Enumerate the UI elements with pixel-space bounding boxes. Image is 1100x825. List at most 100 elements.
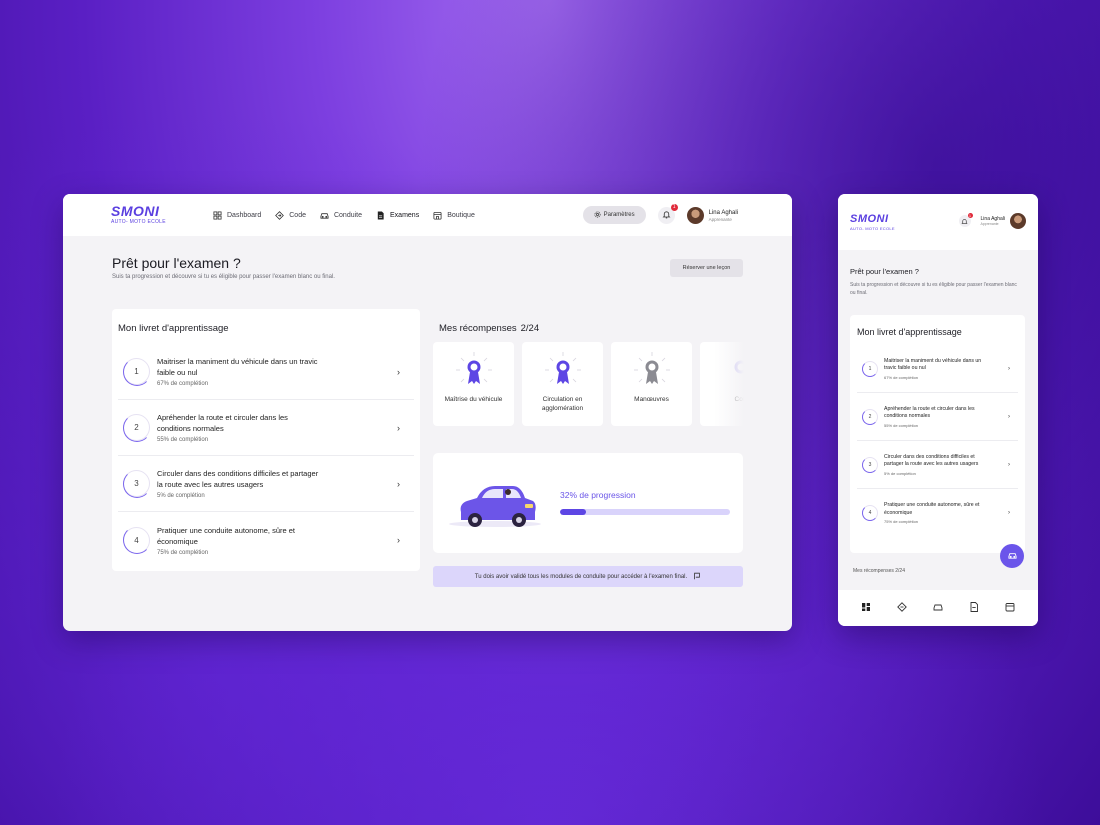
gear-icon — [594, 210, 601, 220]
page-title: Prêt pour l'examen ? — [112, 255, 241, 271]
module-item[interactable]: 4 Pratiquer une conduite autonome, sûre … — [118, 512, 414, 568]
mobile-tab-bar — [838, 590, 1038, 626]
module-completion: 55% de complétion — [157, 437, 209, 443]
rewards-carousel[interactable]: Maîtrise du véhicule Circulation en aggl… — [433, 342, 744, 430]
car-icon — [933, 599, 943, 617]
brand-name: SMONI — [850, 213, 889, 225]
module-number: 4 — [862, 505, 878, 521]
medal-icon — [544, 352, 581, 384]
dashboard-icon — [861, 599, 871, 617]
module-title: Circuler dans des conditions difficiles … — [157, 469, 319, 489]
module-completion: 5% de complétion — [157, 493, 205, 499]
brand-tagline: AUTO- MOTO ECOLE — [111, 219, 166, 225]
user-menu[interactable]: Lina Aghali Apprenante — [981, 213, 1026, 229]
notification-button[interactable]: 1 — [657, 203, 678, 224]
user-name: Lina Aghali — [708, 209, 738, 216]
nav-label-code: Code — [289, 211, 306, 219]
module-number: 1 — [122, 357, 151, 386]
chevron-right-icon: › — [397, 422, 400, 433]
progress-bar-fill — [560, 509, 586, 515]
module-completion: 67% de complétion — [157, 381, 209, 387]
module-item[interactable]: 3 Circuler dans des conditions difficile… — [857, 441, 1018, 489]
module-item[interactable]: 2 Apréhender la route et circuler dans l… — [118, 400, 414, 456]
avatar — [1010, 213, 1026, 229]
exam-warning-banner: Tu dois avoir validé tous les modules de… — [433, 566, 743, 587]
reserve-lesson-button[interactable]: Réserver une leçon — [670, 259, 743, 277]
page-subtitle: Suis ta progression et découvre si tu es… — [850, 282, 1017, 296]
reward-label: Maîtrise du véhicule — [444, 396, 503, 403]
chevron-right-icon: › — [397, 535, 400, 545]
page-subtitle: Suis ta progression et découvre si tu es… — [112, 274, 335, 280]
tab-examens[interactable] — [969, 602, 979, 613]
brand-logo[interactable]: SMONI AUTO- MOTO ECOLE — [111, 203, 206, 225]
settings-label: Paramètres — [603, 212, 635, 218]
shop-icon — [1005, 599, 1015, 617]
reward-badge[interactable]: Circulation en agglomération — [522, 342, 603, 426]
medal-icon — [633, 352, 670, 384]
mobile-header-actions: 1 Lina Aghali Apprenante — [958, 212, 1026, 230]
car-icon — [320, 211, 329, 220]
module-title: Apréhender la route et circuler dans les… — [157, 413, 288, 433]
module-completion: 67% de complétion — [884, 374, 919, 380]
chevron-right-icon: › — [1008, 461, 1010, 468]
nav-item-code[interactable]: Code — [275, 210, 320, 220]
module-completion: 55% de complétion — [884, 422, 919, 428]
brand-tagline: AUTO- MOTO ECOLE — [850, 226, 895, 231]
rewards-title: Mes récompenses 2/24 — [439, 323, 540, 334]
nav-item-dashboard[interactable]: Dashboard — [213, 210, 275, 220]
main-nav: Dashboard Code Conduite Examens Boutique — [213, 210, 489, 220]
flag-icon — [693, 572, 701, 582]
chevron-right-icon: › — [1008, 510, 1010, 516]
module-number: 4 — [122, 526, 151, 554]
car-icon — [1007, 547, 1017, 565]
nav-item-boutique[interactable]: Boutique — [433, 211, 489, 220]
module-completion: 75% de complétion — [884, 519, 919, 524]
brand-name: SMONI — [111, 203, 160, 219]
book-lesson-fab[interactable] — [1000, 544, 1024, 568]
progress-label: 32% de progression — [560, 490, 636, 500]
desktop-window: SMONI AUTO- MOTO ECOLE Dashboard Code Co… — [63, 194, 792, 631]
notification-badge: 1 — [670, 203, 678, 211]
dashboard-icon — [213, 210, 222, 220]
chevron-right-icon: › — [1008, 365, 1010, 372]
tab-dashboard[interactable] — [861, 603, 871, 613]
tab-conduite[interactable] — [933, 603, 943, 613]
tab-boutique[interactable] — [1005, 603, 1015, 613]
chevron-right-icon: › — [1008, 413, 1010, 420]
chevron-right-icon: › — [397, 478, 400, 489]
module-completion: 5% de complétion — [884, 470, 916, 476]
module-item[interactable]: 1 Maitriser la maniment du véhicule dans… — [857, 345, 1018, 393]
module-item[interactable]: 1 Maitriser la maniment du véhicule dans… — [118, 344, 414, 400]
nav-item-examens[interactable]: Examens — [376, 210, 433, 220]
nav-label-conduite: Conduite — [333, 211, 363, 219]
document-icon — [969, 599, 979, 617]
module-title: Apréhender la route et circuler dans les… — [884, 405, 975, 420]
learning-book-card: Mon livret d'apprentissage 1 Maitriser l… — [112, 309, 420, 571]
bell-icon — [961, 212, 968, 230]
module-item[interactable]: 2 Apréhender la route et circuler dans l… — [857, 393, 1018, 441]
nav-label-boutique: Boutique — [447, 211, 475, 219]
settings-button[interactable]: Paramètres — [582, 206, 646, 224]
module-title: Pratiquer une conduite autonome, sûre et… — [157, 525, 296, 546]
notification-button[interactable]: 1 — [958, 212, 973, 230]
user-role: Apprenante — [708, 216, 732, 222]
bell-icon — [662, 206, 671, 224]
code-icon — [275, 210, 285, 220]
tab-code[interactable] — [897, 602, 907, 613]
module-title: Pratiquer une conduite autonome, sûre et… — [884, 502, 980, 516]
learning-book-card: Mon livret d'apprentissage 1 Maitriser l… — [850, 315, 1025, 553]
brand-logo[interactable]: SMONI AUTO- MOTO ECOLE — [850, 213, 945, 232]
nav-label-examens: Examens — [390, 211, 420, 219]
page-header: Prêt pour l'examen ? Suis ta progression… — [112, 255, 335, 280]
reward-badge[interactable]: Maîtrise du véhicule — [433, 342, 514, 426]
nav-item-conduite[interactable]: Conduite — [320, 211, 376, 220]
user-menu[interactable]: Lina Aghali Apprenante — [686, 206, 738, 224]
reward-badge[interactable]: Manœuvres — [611, 342, 692, 426]
module-item[interactable]: 3 Circuler dans des conditions difficile… — [118, 456, 414, 512]
header-actions: Paramètres 1 Lina Aghali Apprenante — [582, 194, 738, 236]
code-icon — [897, 599, 907, 617]
module-item[interactable]: 4 Pratiquer une conduite autonome, sûre … — [857, 489, 1018, 537]
shop-icon — [433, 211, 442, 220]
module-title: Maitriser la maniment du véhicule dans u… — [157, 357, 318, 377]
module-completion: 75% de complétion — [157, 549, 209, 556]
